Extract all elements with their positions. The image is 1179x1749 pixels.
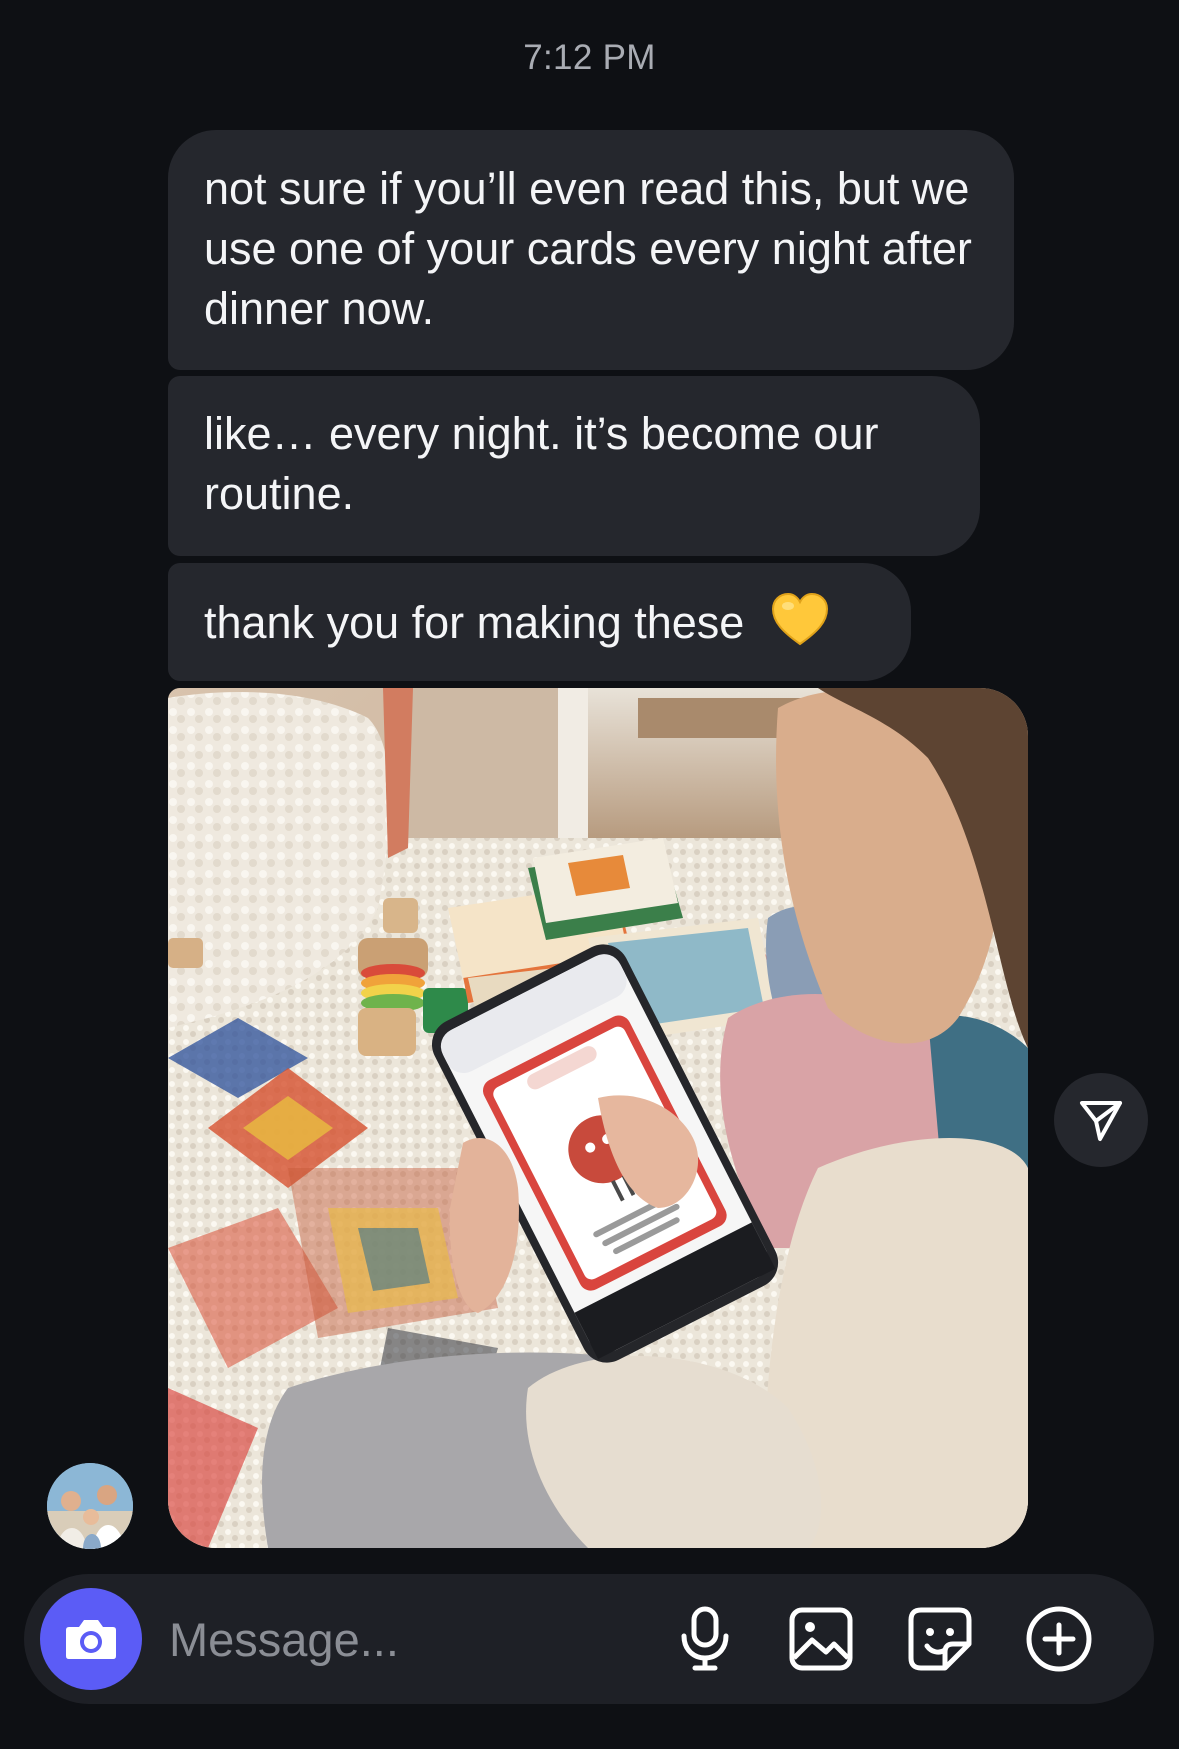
sticker-button[interactable]: [905, 1604, 975, 1674]
message-composer: [24, 1574, 1154, 1704]
camera-icon: [66, 1620, 116, 1659]
mic-icon: [681, 1606, 729, 1671]
share-button[interactable]: [1054, 1073, 1148, 1167]
send-icon: [1080, 1101, 1122, 1141]
message-bubble[interactable]: thank you for making these: [168, 563, 911, 681]
gallery-icon: [789, 1607, 853, 1671]
message-text: like… every night. it’s become our routi…: [204, 408, 879, 519]
message-text: not sure if you’ll even read this, but w…: [204, 163, 972, 334]
microphone-button[interactable]: [670, 1604, 740, 1674]
add-button[interactable]: [1024, 1604, 1094, 1674]
message-bubble[interactable]: not sure if you’ll even read this, but w…: [168, 130, 1014, 370]
camera-button[interactable]: [40, 1588, 142, 1690]
message-timestamp: 7:12 PM: [523, 38, 656, 77]
sender-avatar[interactable]: [47, 1463, 133, 1549]
gallery-button[interactable]: [786, 1604, 856, 1674]
message-text: thank you for making these: [204, 597, 745, 648]
yellow-heart-icon: [771, 592, 829, 661]
sticker-icon: [908, 1607, 972, 1671]
add-icon: [1026, 1606, 1092, 1672]
message-bubble[interactable]: like… every night. it’s become our routi…: [168, 376, 980, 556]
message-input[interactable]: [169, 1602, 639, 1676]
shared-photo[interactable]: [168, 688, 1028, 1548]
